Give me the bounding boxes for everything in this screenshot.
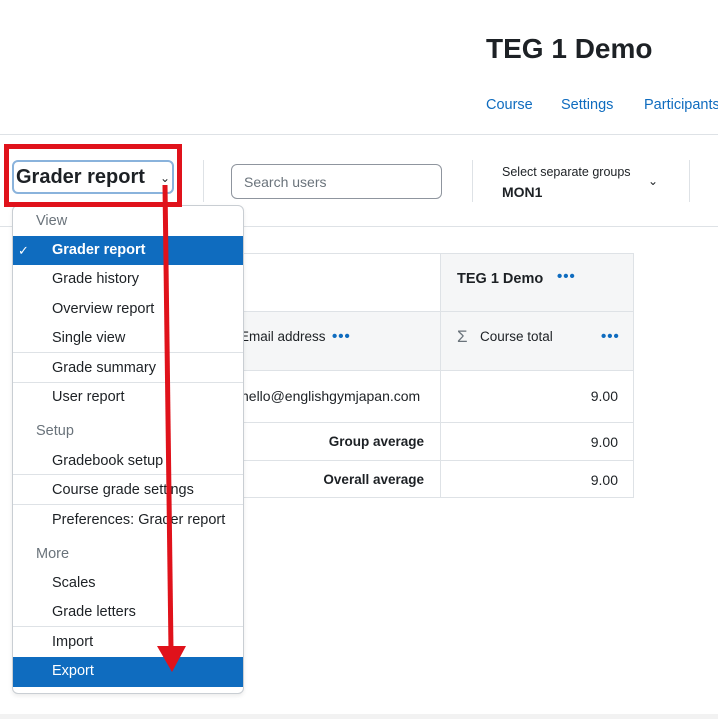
more-options-icon[interactable]: •••	[557, 268, 576, 285]
menu-item-grade-letters[interactable]: Grade letters	[13, 598, 243, 627]
page-footer-band	[0, 714, 718, 719]
menu-divider	[13, 474, 243, 475]
check-icon: ✓	[18, 243, 29, 258]
menu-header-setup: Setup	[36, 423, 74, 439]
email-column-header[interactable]: Email address	[240, 329, 326, 344]
menu-item-grader-report[interactable]: ✓ Grader report	[13, 236, 243, 265]
toolbar-separator	[472, 160, 473, 202]
group-average-label: Group average	[328, 434, 424, 449]
menu-item-scales[interactable]: Scales	[13, 569, 243, 598]
chevron-down-icon: ⌄	[648, 174, 659, 188]
sigma-icon: Σ	[457, 327, 468, 346]
header-divider	[0, 134, 718, 135]
menu-item-label: Grader report	[52, 242, 146, 258]
category-header: TEG 1 Demo	[457, 271, 544, 287]
grid-line	[232, 253, 633, 254]
course-total-cell[interactable]: 9.00	[440, 388, 618, 404]
menu-item-gradebook-setup[interactable]: Gradebook setup	[13, 447, 243, 476]
annotation-highlight-box	[4, 144, 182, 207]
menu-item-overview-report[interactable]: Overview report	[13, 295, 243, 324]
menu-header-more: More	[36, 546, 70, 562]
menu-item-single-view[interactable]: Single view	[13, 324, 243, 353]
search-users-input[interactable]	[231, 164, 442, 199]
grid-line	[633, 253, 634, 498]
menu-item-export[interactable]: Export	[13, 657, 243, 687]
menu-item-preferences-grader-report[interactable]: Preferences: Grader report	[13, 506, 243, 535]
overall-average-label: Overall average	[323, 472, 424, 487]
group-average-value: 9.00	[590, 434, 618, 450]
menu-header-view: View	[36, 213, 68, 229]
menu-item-user-report[interactable]: User report	[13, 383, 243, 412]
more-options-icon[interactable]: •••	[601, 328, 620, 345]
grid-line	[440, 253, 441, 498]
grid-line	[232, 460, 633, 461]
grid-line	[232, 311, 633, 312]
course-title: TEG 1 Demo	[486, 33, 653, 64]
menu-item-course-grade-settings[interactable]: Course grade settings	[13, 476, 243, 505]
menu-item-grade-summary[interactable]: Grade summary	[13, 354, 243, 383]
course-total-column-header[interactable]: Course total	[480, 329, 553, 344]
groups-select-value: MON1	[502, 184, 543, 200]
menu-divider	[13, 352, 243, 353]
grid-line	[232, 370, 633, 371]
overall-average-value: 9.00	[590, 472, 618, 488]
toolbar-separator	[203, 160, 204, 202]
menu-divider	[13, 626, 243, 627]
groups-select-label: Select separate groups	[502, 165, 631, 179]
menu-item-import[interactable]: Import	[13, 628, 243, 657]
nav-settings-link[interactable]: Settings	[561, 97, 613, 113]
toolbar-separator	[689, 160, 690, 202]
user-email-cell: hello@englishgymjapan.com	[241, 388, 421, 404]
grid-line	[232, 422, 633, 423]
report-dropdown-menu: View ✓ Grader report Grade history Overv…	[12, 205, 244, 694]
nav-participants-link[interactable]: Participants	[644, 97, 718, 113]
grid-line	[232, 497, 633, 498]
menu-item-grade-history[interactable]: Grade history	[13, 265, 243, 294]
nav-course-link[interactable]: Course	[486, 97, 533, 113]
more-options-icon[interactable]: •••	[332, 328, 351, 345]
menu-divider	[13, 504, 243, 505]
groups-select[interactable]: Select separate groups MON1 ⌄	[498, 160, 668, 204]
